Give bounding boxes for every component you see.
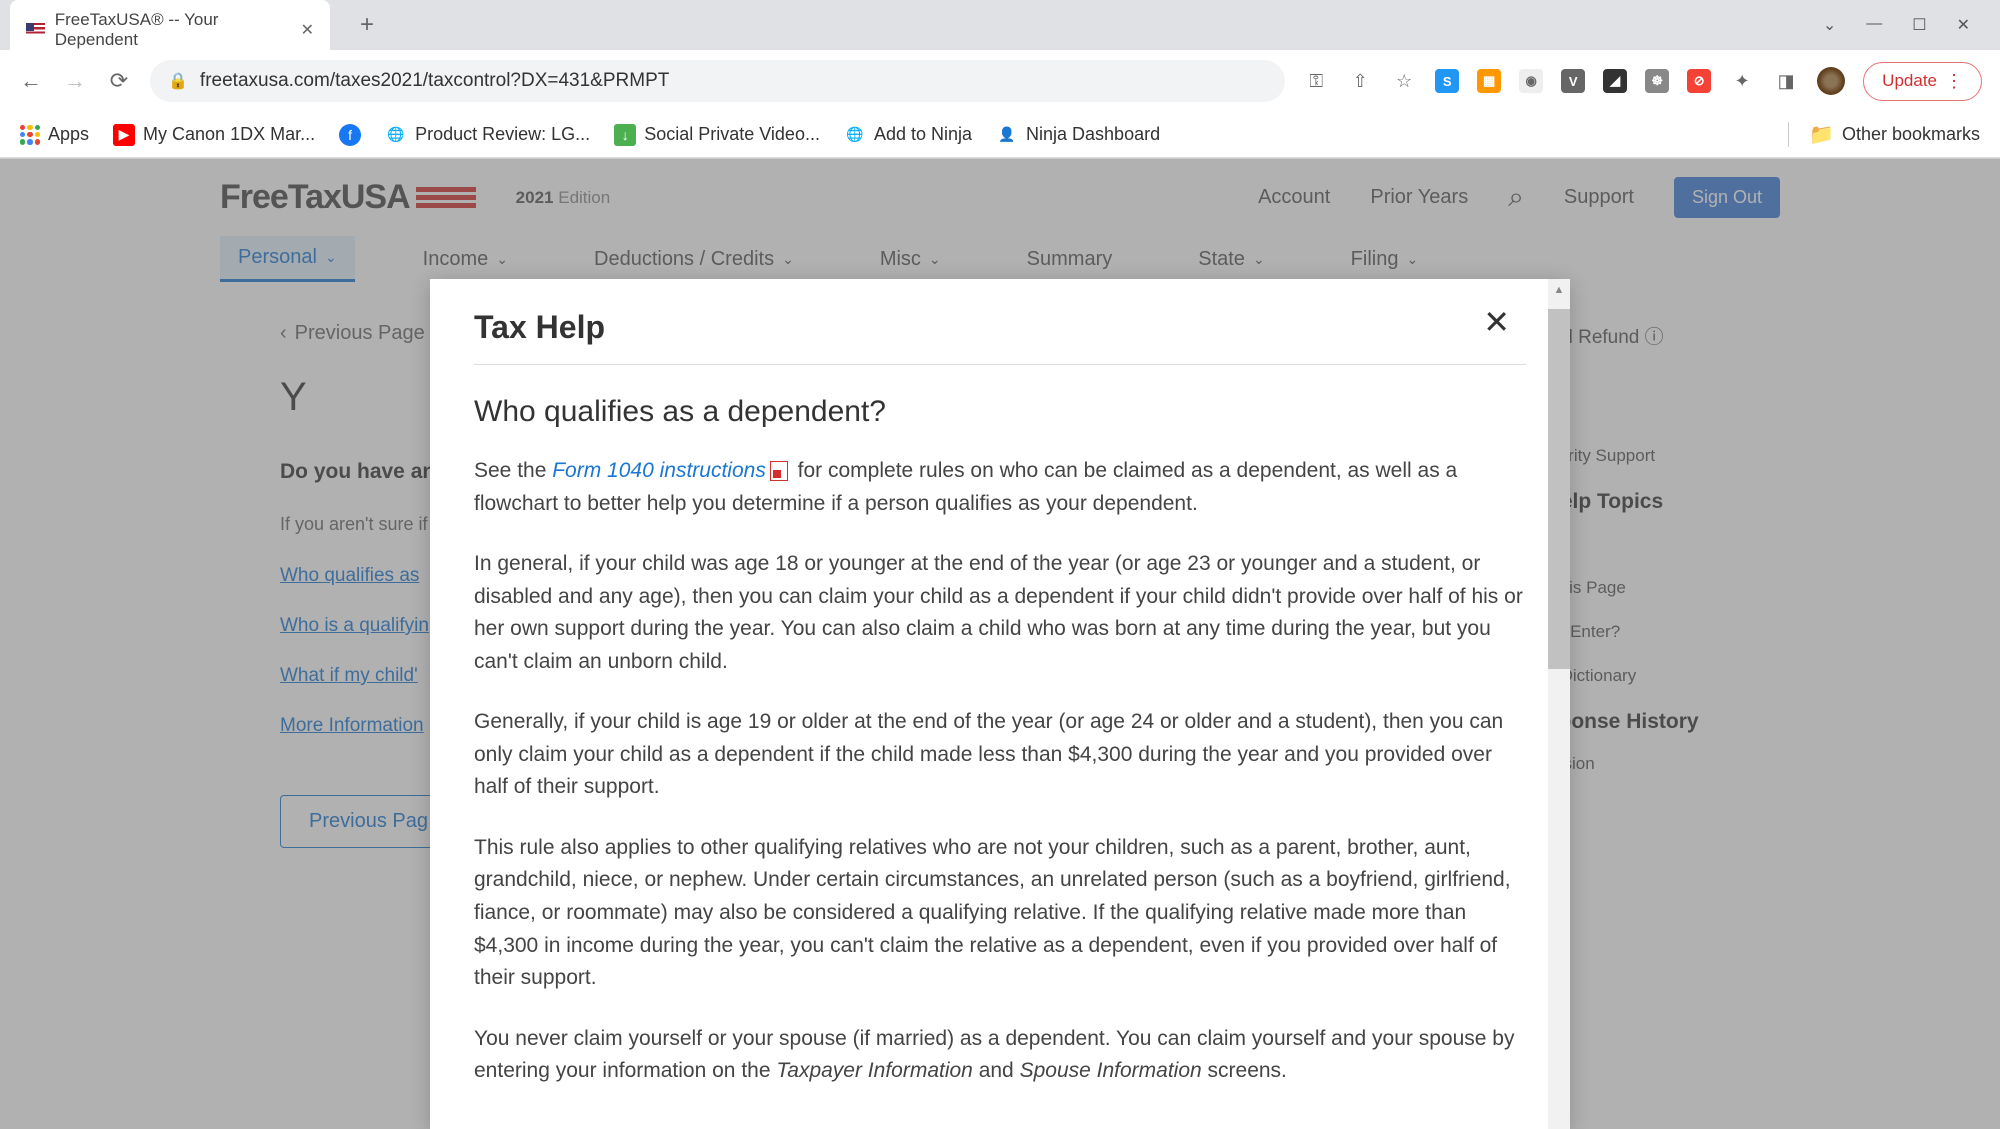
other-bookmarks[interactable]: 📁 Other bookmarks (1788, 122, 1980, 147)
pdf-icon (770, 461, 788, 481)
modal-scrollbar[interactable]: ▲ (1548, 279, 1570, 1129)
modal-p5: You never claim yourself or your spouse … (474, 1023, 1526, 1088)
ext-icon-3[interactable]: ◉ (1519, 69, 1543, 93)
key-icon[interactable]: ⚿ (1303, 68, 1329, 94)
url-text: freetaxusa.com/taxes2021/taxcontrol?DX=4… (200, 70, 669, 92)
maximize-icon[interactable]: ☐ (1912, 15, 1926, 35)
share-icon[interactable]: ⇧ (1347, 68, 1373, 94)
close-icon[interactable]: ✕ (1957, 15, 1970, 35)
modal-body: See the Form 1040 instructions for compl… (474, 455, 1526, 1088)
reload-icon[interactable]: ⟳ (106, 68, 132, 94)
modal-heading: Who qualifies as a dependent? (474, 395, 1526, 429)
apps-button[interactable]: Apps (20, 124, 89, 145)
tab-close-icon[interactable]: ✕ (301, 20, 314, 40)
modal-p4: This rule also applies to other qualifyi… (474, 832, 1526, 995)
avatar[interactable] (1817, 67, 1845, 95)
browser-tab[interactable]: FreeTaxUSA® -- Your Dependent ✕ (10, 0, 330, 60)
app-content: FreeTaxUSA 2021 Edition Account Prior Ye… (0, 159, 2000, 1129)
youtube-icon: ▶ (113, 124, 135, 146)
address-bar: ← → ⟳ 🔒 freetaxusa.com/taxes2021/taxcont… (0, 50, 2000, 112)
modal-title: Tax Help (474, 309, 1526, 365)
folder-icon: 📁 (1809, 122, 1834, 147)
browser-chrome: FreeTaxUSA® -- Your Dependent ✕ + ⌄ ― ☐ … (0, 0, 2000, 159)
extensions-icon[interactable]: ✦ (1729, 68, 1755, 94)
ext-icon-6[interactable]: ☸ (1645, 69, 1669, 93)
scroll-up-icon[interactable]: ▲ (1548, 279, 1570, 301)
modal-p3: Generally, if your child is age 19 or ol… (474, 706, 1526, 804)
bookmarks-bar: Apps ▶ My Canon 1DX Mar... f 🌐 Product R… (0, 112, 2000, 158)
tab-bar: FreeTaxUSA® -- Your Dependent ✕ + ⌄ ― ☐ … (0, 0, 2000, 50)
tab-title: FreeTaxUSA® -- Your Dependent (55, 10, 291, 50)
new-tab-button[interactable]: + (350, 6, 384, 44)
bookmark-social[interactable]: ↓ Social Private Video... (614, 124, 820, 146)
bookmark-product[interactable]: 🌐 Product Review: LG... (385, 124, 590, 146)
ext-icon-1[interactable]: S (1435, 69, 1459, 93)
ninja-icon: 👤 (996, 124, 1018, 146)
update-button[interactable]: Update ⋮ (1863, 62, 1982, 101)
tax-help-modal: ▲ ✕ Tax Help Who qualifies as a dependen… (430, 279, 1570, 1129)
window-controls: ⌄ ― ☐ ✕ (1823, 15, 1990, 35)
menu-dots-icon: ⋮ (1945, 71, 1963, 92)
modal-p2: In general, if your child was age 18 or … (474, 548, 1526, 678)
ext-icon-7[interactable]: ⊘ (1687, 69, 1711, 93)
star-icon[interactable]: ☆ (1391, 68, 1417, 94)
url-field[interactable]: 🔒 freetaxusa.com/taxes2021/taxcontrol?DX… (150, 60, 1285, 102)
modal-p1: See the Form 1040 instructions for compl… (474, 455, 1526, 520)
modal-close-icon[interactable]: ✕ (1483, 303, 1510, 341)
bookmark-ninja[interactable]: 👤 Ninja Dashboard (996, 124, 1160, 146)
globe-icon: 🌐 (844, 124, 866, 146)
tab-favicon (26, 23, 45, 37)
lock-icon: 🔒 (168, 71, 188, 91)
bookmark-addninja[interactable]: 🌐 Add to Ninja (844, 124, 972, 146)
ext-icon-2[interactable]: ▦ (1477, 69, 1501, 93)
back-icon[interactable]: ← (18, 68, 44, 94)
modal-overlay[interactable]: ▲ ✕ Tax Help Who qualifies as a dependen… (0, 159, 2000, 1129)
scroll-thumb[interactable] (1548, 309, 1570, 669)
forward-icon[interactable]: → (62, 68, 88, 94)
facebook-icon: f (339, 124, 361, 146)
apps-icon (20, 125, 40, 145)
sidepanel-icon[interactable]: ◨ (1773, 68, 1799, 94)
dropdown-icon[interactable]: ⌄ (1823, 15, 1836, 35)
bookmark-canon[interactable]: ▶ My Canon 1DX Mar... (113, 124, 315, 146)
toolbar-icons: ⚿ ⇧ ☆ S ▦ ◉ V ◢ ☸ ⊘ ✦ ◨ Update ⋮ (1303, 62, 1982, 101)
form-1040-link[interactable]: Form 1040 instructions (552, 459, 766, 482)
download-icon: ↓ (614, 124, 636, 146)
globe-icon: 🌐 (385, 124, 407, 146)
ext-icon-5[interactable]: ◢ (1603, 69, 1627, 93)
bookmark-facebook[interactable]: f (339, 124, 361, 146)
ext-icon-4[interactable]: V (1561, 69, 1585, 93)
minimize-icon[interactable]: ― (1866, 15, 1882, 35)
